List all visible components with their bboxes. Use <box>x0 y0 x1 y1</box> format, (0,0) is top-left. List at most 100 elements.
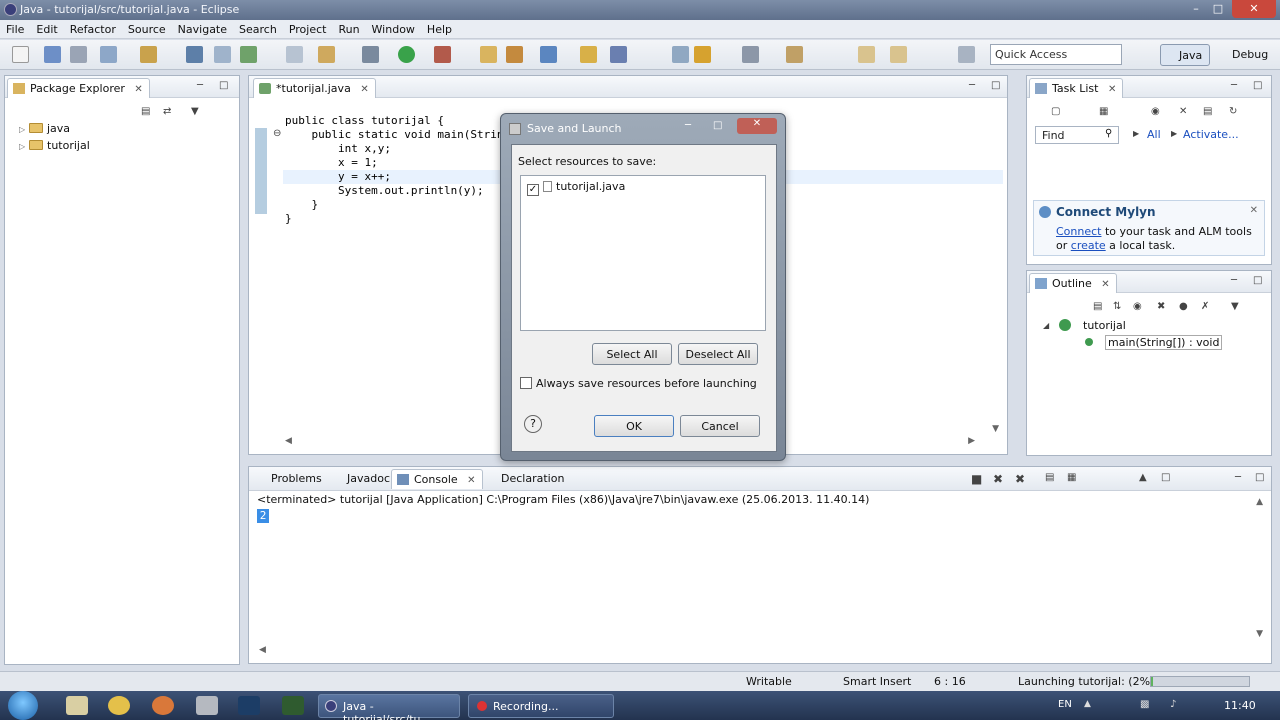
terminate-icon[interactable]: ■ <box>971 472 982 486</box>
create-link[interactable]: create <box>1071 239 1106 252</box>
minimize-view-icon[interactable]: ─ <box>969 80 975 91</box>
tab-task-list[interactable]: Task List ✕ <box>1029 78 1124 98</box>
explorer-icon[interactable] <box>66 696 88 715</box>
maximize-icon[interactable]: □ <box>1204 0 1232 18</box>
always-save-checkbox[interactable] <box>520 377 532 389</box>
maximize-view-icon[interactable]: □ <box>1253 275 1262 286</box>
tab-outline[interactable]: Outline ✕ <box>1029 273 1117 293</box>
view-menu-icon[interactable]: ▼ <box>1231 301 1239 312</box>
new-task-icon[interactable]: ▢ <box>1051 106 1060 117</box>
close-tab-icon[interactable]: ✕ <box>1101 279 1109 290</box>
search-toolbar-icon[interactable] <box>610 46 627 63</box>
photoshop-icon[interactable] <box>238 696 260 715</box>
always-save-option[interactable]: Always save resources before launching <box>520 377 757 390</box>
expand-arrow-icon[interactable]: ▷ <box>19 142 29 151</box>
taskbar-recording-window[interactable]: Recording... <box>468 694 614 718</box>
resource-checkbox[interactable]: ✓ <box>527 184 539 196</box>
outline-method-item[interactable]: main(String[]) : void <box>1105 335 1223 350</box>
scroll-down-icon[interactable]: ▼ <box>992 424 999 434</box>
save-all-icon[interactable] <box>70 46 87 63</box>
remove-all-icon[interactable]: ✖ <box>1015 472 1025 486</box>
tree-item-tutorijal[interactable]: ▷ tutorijal <box>19 139 90 152</box>
console-output[interactable]: 2 <box>257 509 269 523</box>
perspective-debug-button[interactable]: Debug <box>1214 44 1274 66</box>
menu-window[interactable]: Window <box>366 20 421 36</box>
scroll-down-icon[interactable]: ▼ <box>1256 629 1263 639</box>
perspective-java-button[interactable]: Java <box>1160 44 1210 66</box>
activate-link[interactable]: Activate... <box>1183 128 1239 141</box>
chrome-icon[interactable] <box>108 696 130 715</box>
pin-icon[interactable] <box>958 46 975 63</box>
tab-javadoc[interactable]: Javadoc <box>347 472 390 485</box>
tray-expand-icon[interactable]: ▲ <box>1084 699 1091 709</box>
pin-console-icon[interactable]: ▲ <box>1139 472 1147 483</box>
scroll-right-icon[interactable]: ▶ <box>968 436 975 446</box>
menu-run[interactable]: Run <box>332 20 365 36</box>
next-annotation-icon[interactable] <box>742 46 759 63</box>
hide-local-types-icon[interactable]: ✗ <box>1201 301 1209 312</box>
maximize-view-icon[interactable]: □ <box>219 80 228 91</box>
new-class-icon[interactable] <box>506 46 523 63</box>
check-icon[interactable] <box>240 46 257 63</box>
tree-item-java[interactable]: ▷ java <box>19 122 70 135</box>
view-menu-icon[interactable]: ▼ <box>191 106 199 117</box>
synchronize-icon[interactable]: ↻ <box>1229 106 1237 117</box>
collapse-all-icon[interactable]: ▤ <box>141 106 150 117</box>
expand-arrow-icon[interactable]: ▷ <box>19 125 29 134</box>
notepad-icon[interactable] <box>196 696 218 715</box>
ok-button[interactable]: OK <box>594 415 674 437</box>
scroll-left-icon[interactable]: ◀ <box>259 645 266 655</box>
last-edit-icon[interactable] <box>786 46 803 63</box>
outline-class-item[interactable]: tutorijal <box>1083 319 1126 332</box>
dialog-minimize-icon[interactable]: ─ <box>685 120 691 131</box>
connect-link[interactable]: Connect <box>1056 225 1101 238</box>
close-tab-icon[interactable]: ✕ <box>360 84 368 95</box>
hide-static-icon[interactable]: ✖ <box>1157 301 1165 312</box>
focus-icon[interactable]: ◉ <box>1151 106 1160 117</box>
maximize-view-icon[interactable]: □ <box>1255 472 1264 483</box>
link-editor-icon[interactable]: ⇄ <box>163 106 171 117</box>
new-file-icon[interactable] <box>12 46 29 63</box>
fold-icon[interactable]: ⊖ <box>273 128 281 139</box>
close-window-icon[interactable]: ✕ <box>1232 0 1276 18</box>
toggle-mark-icon[interactable] <box>672 46 689 63</box>
minimize-view-icon[interactable]: ─ <box>1231 80 1237 91</box>
new-java-project-icon[interactable] <box>480 46 497 63</box>
hide-fields-icon[interactable]: ◉ <box>1133 301 1142 312</box>
close-mylyn-icon[interactable]: ✕ <box>1250 205 1258 216</box>
taskbar-eclipse-window[interactable]: Java - tutorijal/src/tu... <box>318 694 460 720</box>
forward-icon[interactable] <box>890 46 907 63</box>
minimize-view-icon[interactable]: ─ <box>1235 472 1241 483</box>
build-icon[interactable] <box>186 46 203 63</box>
clear-console-icon[interactable]: ▤ <box>1045 472 1054 483</box>
tab-editor-file[interactable]: *tutorijal.java ✕ <box>253 78 376 98</box>
menu-edit[interactable]: Edit <box>30 20 63 36</box>
hide-completed-icon[interactable]: ✕ <box>1179 106 1187 117</box>
resource-item[interactable]: ✓ tutorijal.java <box>527 180 625 196</box>
tab-package-explorer[interactable]: Package Explorer ✕ <box>7 78 150 98</box>
menu-project[interactable]: Project <box>283 20 333 36</box>
tab-declaration[interactable]: Declaration <box>501 472 564 485</box>
tab-problems[interactable]: Problems <box>271 472 322 485</box>
network-icon[interactable]: ▩ <box>1140 699 1149 710</box>
all-tasks-link[interactable]: All <box>1147 128 1161 141</box>
save-icon[interactable] <box>44 46 61 63</box>
dreamweaver-icon[interactable] <box>282 696 304 715</box>
back-icon[interactable] <box>858 46 875 63</box>
collapse-all-icon[interactable]: ▤ <box>1093 301 1102 312</box>
tray-clock[interactable]: 11:40 <box>1224 699 1256 712</box>
hide-nonpublic-icon[interactable]: ● <box>1179 301 1188 312</box>
deselect-all-button[interactable]: Deselect All <box>678 343 758 365</box>
menu-navigate[interactable]: Navigate <box>172 20 233 36</box>
select-all-button[interactable]: Select All <box>592 343 672 365</box>
help-icon[interactable]: ? <box>524 415 542 433</box>
highlight-icon[interactable] <box>694 46 711 63</box>
scroll-left-icon[interactable]: ◀ <box>285 436 292 446</box>
tab-console[interactable]: Console ✕ <box>391 469 483 489</box>
menu-search[interactable]: Search <box>233 20 283 36</box>
task-icon[interactable] <box>214 46 231 63</box>
debug-icon[interactable] <box>362 46 379 63</box>
collapse-all-icon[interactable]: ▤ <box>1203 106 1212 117</box>
quick-access-input[interactable]: Quick Access <box>990 44 1122 65</box>
open-task-icon[interactable] <box>540 46 557 63</box>
